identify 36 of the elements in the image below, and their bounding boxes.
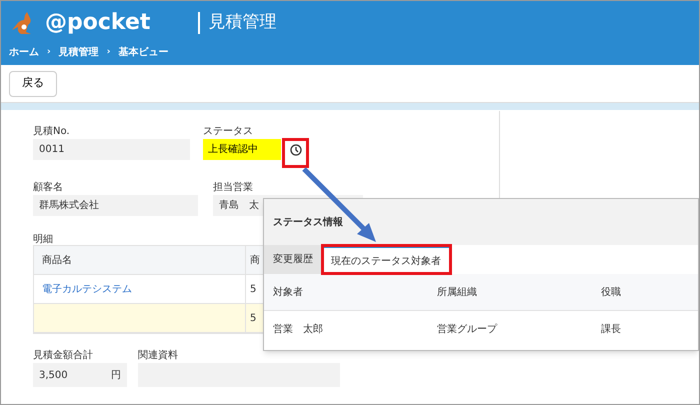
column-header: 商品名 xyxy=(34,246,246,274)
total-value: 3,500 xyxy=(39,368,68,382)
breadcrumb-link[interactable]: ホーム xyxy=(9,45,39,60)
field-label: ステータス xyxy=(203,125,254,139)
field-label: 明細 xyxy=(33,233,54,247)
column-header: 商 xyxy=(249,254,260,268)
field-label: 見積金額合計 xyxy=(33,348,94,363)
clock-icon[interactable] xyxy=(290,144,302,156)
field-value: 0011 xyxy=(33,139,190,160)
status-badge: 上長確認中 xyxy=(203,139,281,160)
column-header: 所属組織 xyxy=(437,286,477,298)
column-header: 対象者 xyxy=(273,286,303,298)
logo-text: @pocket xyxy=(45,12,150,34)
breadcrumb-separator: › xyxy=(106,46,110,59)
table-cell: 営業グループ xyxy=(437,324,497,335)
breadcrumb-link[interactable]: 見積管理 xyxy=(58,45,99,60)
page-title: 見積管理 xyxy=(208,11,276,34)
popup-title: ステータス情報 xyxy=(273,216,343,230)
column-header: 役職 xyxy=(601,286,621,298)
table-cell: 課長 xyxy=(601,324,621,335)
field-value: 群馬株式会社 xyxy=(33,195,198,216)
field-label: 関連資料 xyxy=(138,348,179,363)
currency-unit: 円 xyxy=(111,368,121,382)
field-label: 見積No. xyxy=(33,124,71,139)
breadcrumb-link[interactable]: 基本ビュー xyxy=(118,45,168,60)
table-cell: 営業 太郎 xyxy=(273,324,323,335)
highlight-frame xyxy=(282,138,309,168)
product-link[interactable]: 電子カルテシステム xyxy=(42,282,132,296)
field-label: 顧客名 xyxy=(33,180,64,195)
table-cell-text: 5 xyxy=(250,312,256,326)
table-cell-text: 5 xyxy=(250,282,256,296)
tab[interactable]: 変更履歴 xyxy=(264,245,322,274)
breadcrumb-separator: › xyxy=(47,46,51,59)
field-label: 担当営業 xyxy=(213,180,254,195)
back-button[interactable]: 戻る xyxy=(9,70,57,96)
tab[interactable]: 現在のステータス対象者 xyxy=(322,245,451,274)
